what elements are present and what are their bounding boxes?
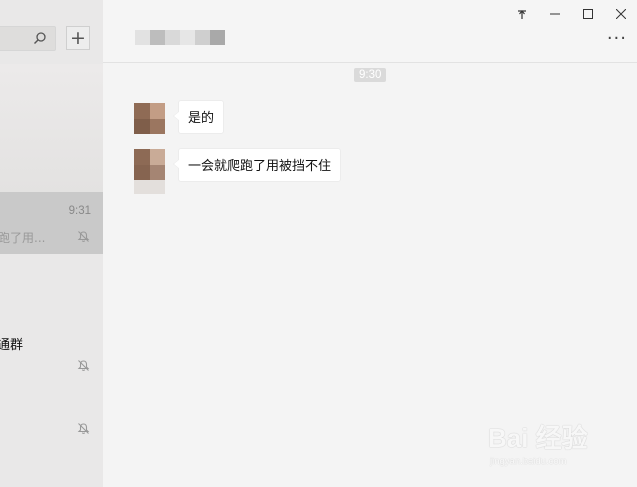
mute-icon (77, 231, 90, 242)
more-options-button[interactable]: ··· (607, 30, 627, 48)
watermark-text: Bai 经验 (488, 423, 588, 453)
chat-preview: 跑了用... (0, 231, 46, 245)
search-icon[interactable] (33, 31, 47, 45)
watermark-logo: Bai 经验 jingyan.baidu.com (488, 418, 608, 470)
mute-icon (77, 360, 90, 371)
close-icon[interactable] (604, 4, 637, 24)
time-separator: 9:30 (354, 68, 387, 82)
chat-list-item[interactable] (0, 380, 103, 442)
avatar-blur (134, 180, 165, 194)
search-input[interactable] (0, 26, 56, 51)
message-bubble[interactable]: 一会就爬跑了用被挡不住 (172, 148, 342, 182)
avatar[interactable] (134, 103, 165, 134)
chat-list-item[interactable]: 通群 (0, 316, 103, 378)
window-controls (505, 4, 637, 24)
chat-list-blurred-item[interactable] (0, 64, 103, 192)
chat-sidebar: + 9:31 跑了用... 通群 (0, 0, 103, 487)
avatar[interactable] (134, 149, 165, 194)
conversation-panel: ··· 9:30 是的 一会就爬跑了用被挡不住 (103, 0, 637, 487)
add-chat-button[interactable]: + (66, 26, 90, 50)
minimize-icon[interactable] (538, 4, 571, 24)
mute-icon (77, 423, 90, 434)
conversation-header: ··· (103, 0, 637, 63)
pin-icon[interactable] (505, 4, 538, 24)
chat-name: 通群 (0, 338, 24, 353)
watermark-subtext: jingyan.baidu.com (490, 456, 567, 467)
message-bubble[interactable]: 是的 (172, 100, 225, 134)
maximize-icon[interactable] (571, 4, 604, 24)
chat-time: 9:31 (68, 205, 91, 217)
chat-list-item-active[interactable]: 9:31 跑了用... (0, 192, 103, 254)
contact-name-blurred (135, 30, 225, 45)
